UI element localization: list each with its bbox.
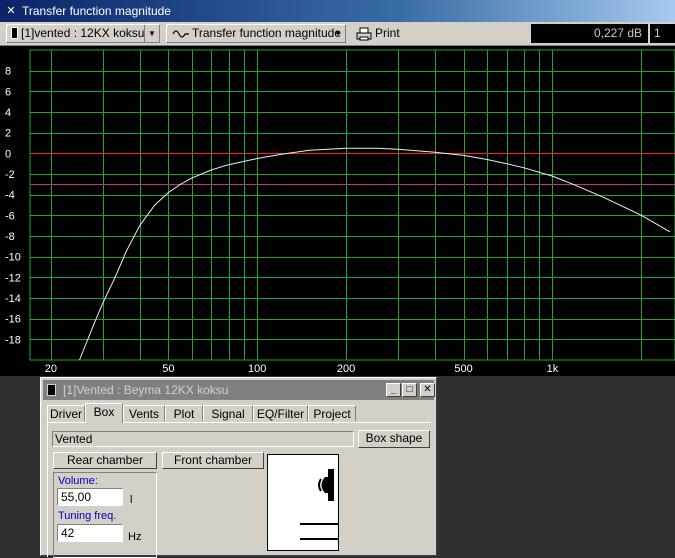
volume-unit: l	[130, 494, 133, 506]
box-type-field: Vented	[52, 431, 354, 447]
y-tick-label: 6	[5, 86, 11, 98]
x-tick-label: 1k	[547, 363, 559, 375]
tab-label: Box	[93, 405, 115, 419]
tab-box[interactable]: Box	[85, 403, 123, 423]
tab-vents[interactable]: Vents	[123, 405, 165, 422]
box-dialog: [1]Vented : Beyma 12KX koksu _ □ ✕ Drive…	[40, 377, 437, 558]
y-tick-label: -14	[5, 293, 21, 305]
maximize-button[interactable]: □	[402, 383, 417, 397]
cursor-readout-secondary: 1	[650, 24, 675, 43]
minimize-button[interactable]: _	[386, 383, 401, 397]
y-tick-label: -12	[5, 272, 21, 284]
y-tick-label: 8	[5, 66, 11, 78]
rear-chamber-group: Volume: 55,00 l Tuning freq. 42 Hz	[53, 472, 157, 558]
tuning-freq-input[interactable]: 42	[57, 524, 123, 542]
window-title: Transfer function magnitude	[22, 4, 171, 18]
tab-label: EQ/Filter	[256, 407, 305, 421]
project-combo-value: [1]vented : 12KX koksu	[21, 26, 145, 40]
chevron-down-icon[interactable]: ▼	[331, 25, 345, 42]
tab-label: Driver	[50, 407, 82, 421]
x-tick-label: 200	[337, 363, 355, 375]
printer-icon	[356, 27, 372, 41]
rear-chamber-button[interactable]: Rear chamber	[53, 452, 157, 469]
x-tick-label: 500	[454, 363, 472, 375]
print-label: Print	[375, 26, 400, 40]
transfer-function-plot[interactable]: 86420-2-4-6-8-10-12-14-16-1820 50 100 200 50…	[0, 46, 675, 376]
box-tab-panel: Vented Box shape Rear chamber Front cham…	[47, 422, 431, 558]
x-icon: ✕	[6, 5, 16, 17]
tuning-freq-unit: Hz	[128, 531, 142, 543]
view-combo-value: Transfer function magnitude	[192, 26, 341, 40]
y-tick-label: 4	[5, 107, 11, 119]
tab-signal[interactable]: Signal	[203, 405, 253, 422]
tab-label: Vents	[128, 407, 160, 421]
y-tick-label: -18	[5, 334, 21, 346]
project-combo[interactable]: [1]vented : 12KX koksu ▼	[6, 24, 160, 43]
front-chamber-button[interactable]: Front chamber	[162, 452, 264, 469]
y-tick-label: 2	[5, 128, 11, 140]
x-tick-label: 50	[162, 363, 174, 375]
document-icon	[47, 384, 56, 396]
view-combo[interactable]: Transfer function magnitude ▼	[166, 24, 346, 43]
y-tick-label: -6	[5, 210, 15, 222]
plot-background	[0, 46, 675, 376]
tab-driver[interactable]: Driver	[47, 405, 85, 422]
dialog-title-bar[interactable]: [1]Vented : Beyma 12KX koksu _ □ ✕	[43, 380, 435, 400]
chevron-down-icon[interactable]: ▼	[144, 25, 159, 42]
tab-project[interactable]: Project	[308, 405, 356, 422]
window-title-bar[interactable]: ✕ Transfer function magnitude	[0, 0, 675, 22]
x-tick-label: 20	[45, 363, 57, 375]
speaker-box-diagram-icon	[267, 454, 339, 551]
tab-label: Project	[313, 407, 351, 421]
y-tick-label: -2	[5, 169, 15, 181]
toolbar: [1]vented : 12KX koksu ▼ Transfer functi…	[0, 22, 675, 46]
close-button[interactable]: ✕	[420, 383, 435, 397]
front-chamber-group	[162, 472, 266, 558]
y-tick-label: -16	[5, 314, 21, 326]
dialog-title: [1]Vented : Beyma 12KX koksu	[63, 383, 229, 397]
sine-wave-icon	[172, 30, 189, 38]
volume-label: Volume:	[58, 475, 98, 487]
volume-input[interactable]: 55,00	[57, 488, 123, 506]
box-shape-button[interactable]: Box shape	[358, 430, 430, 448]
tab-label: Signal	[211, 407, 245, 421]
x-tick-label: 100	[248, 363, 266, 375]
print-button[interactable]: Print	[356, 24, 402, 43]
tuning-freq-label: Tuning freq.	[58, 510, 117, 522]
y-tick-label: 0	[5, 148, 11, 160]
y-tick-label: -10	[5, 252, 21, 264]
y-tick-label: -4	[5, 190, 15, 202]
cursor-readout: 0,227 dB	[531, 24, 648, 43]
tab-eq-filter[interactable]: EQ/Filter	[253, 405, 308, 422]
tab-label: Plot	[173, 407, 195, 421]
document-icon	[11, 27, 18, 39]
y-tick-label: -8	[5, 231, 15, 243]
tab-plot[interactable]: Plot	[165, 405, 203, 422]
